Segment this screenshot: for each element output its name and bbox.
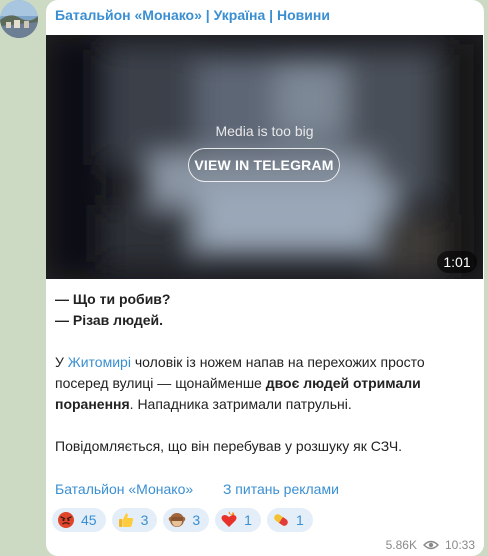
view-in-telegram-button[interactable]: VIEW IN TELEGRAM [188, 148, 340, 182]
paragraph-text: У [55, 354, 68, 370]
reactions-bar: 45 3 3 1 1 [52, 508, 313, 532]
reaction-count: 1 [295, 512, 304, 528]
dialogue-line-1: — Що ти робив? [55, 291, 171, 307]
thumbs-up-icon [118, 513, 133, 527]
reaction-count: 3 [192, 512, 201, 528]
avatar-image [0, 0, 38, 38]
reaction-monkey[interactable]: 3 [163, 508, 210, 532]
channel-link[interactable]: Батальйон «Монако» [55, 481, 193, 497]
advertising-link[interactable]: З питань реклами [223, 481, 339, 497]
video-duration: 1:01 [437, 251, 477, 273]
heart-on-fire-icon [221, 511, 237, 527]
reaction-heart-fire[interactable]: 1 [215, 508, 261, 532]
reaction-count: 45 [81, 512, 97, 528]
message-meta: 5.86K 10:33 [386, 538, 475, 552]
video-preview[interactable]: Media is too big VIEW IN TELEGRAM 1:01 [46, 35, 483, 279]
message-text: — Що ти робив? — Різав людей. У Житомирі… [55, 289, 475, 457]
message-time: 10:33 [444, 538, 475, 552]
footer-links: Батальйон «Монако» З питань реклами [55, 481, 339, 497]
paragraph-text: . Нападника затримали патрульні. [129, 396, 352, 412]
eye-icon [422, 540, 439, 550]
reaction-pill[interactable]: 1 [266, 508, 313, 532]
dialogue-line-2: — Різав людей. [55, 312, 164, 328]
city-hashtag-link[interactable]: Житомирі [68, 354, 131, 370]
status-paragraph: Повідомляється, що він перебував у розшу… [55, 438, 403, 454]
channel-title[interactable]: Батальйон «Монако» | Україна | Новини [55, 7, 330, 23]
angry-face-icon [58, 512, 74, 528]
media-status-text: Media is too big [215, 123, 314, 139]
see-no-evil-monkey-icon [169, 513, 186, 527]
reaction-count: 1 [244, 512, 252, 528]
message-bubble: Батальйон «Монако» | Україна | Новини Me… [46, 0, 484, 556]
channel-avatar[interactable] [0, 0, 38, 38]
pill-icon [274, 514, 288, 526]
view-count: 5.86K [385, 538, 417, 552]
reaction-thumbs-up[interactable]: 3 [111, 508, 158, 532]
news-paragraph: У Житомирі чоловік із ножем напав на пер… [55, 352, 475, 415]
reaction-count: 3 [140, 512, 149, 528]
reaction-angry[interactable]: 45 [52, 508, 106, 532]
